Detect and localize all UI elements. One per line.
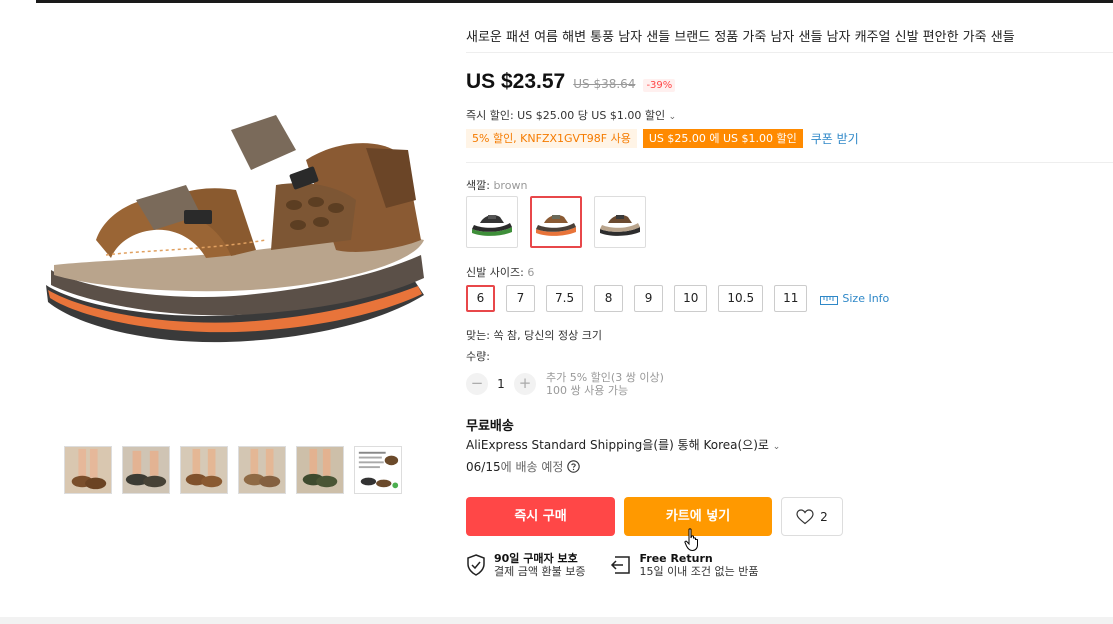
help-icon[interactable] bbox=[567, 460, 581, 473]
thumbnail-1[interactable] bbox=[64, 446, 112, 494]
discount-badge: -39% bbox=[643, 79, 676, 92]
shield-check-icon bbox=[467, 554, 485, 576]
product-title: 새로운 패션 여름 해변 통풍 남자 샌들 브랜드 정품 가죽 남자 샌들 남자… bbox=[466, 30, 1015, 45]
size-options: 6 7 7.5 8 9 10 10.5 11 Size Info bbox=[466, 285, 889, 312]
size-label-text: 신발 사이즈: bbox=[466, 266, 524, 279]
thumbnail-3[interactable] bbox=[180, 446, 228, 494]
buyer-protection[interactable]: 90일 구매자 보호 결제 금액 환불 보증 bbox=[466, 552, 585, 578]
fit-note: 맞는: 쏙 참, 당신의 정상 크기 bbox=[466, 329, 603, 342]
chevron-down-icon: ⌄ bbox=[668, 112, 677, 122]
action-buttons: 즉시 구매 카트에 넣기 2 bbox=[466, 497, 843, 536]
ruler-icon bbox=[820, 295, 839, 305]
quantity-value[interactable]: 1 bbox=[488, 377, 514, 391]
size-option[interactable]: 10.5 bbox=[718, 285, 764, 312]
delivery-estimate: 06/15에 배송 예정 bbox=[466, 458, 581, 475]
delivery-date-suffix: 에 배송 예정 bbox=[500, 460, 564, 474]
wishlist-button[interactable]: 2 bbox=[781, 497, 843, 536]
thumbnail-strip bbox=[64, 446, 402, 494]
shipping-title: 무료배송 bbox=[466, 419, 514, 434]
divider bbox=[466, 52, 1113, 53]
size-option[interactable]: 6 bbox=[466, 285, 495, 312]
shipping-method-text: AliExpress Standard Shipping을(를) 통해 Kore… bbox=[466, 438, 769, 452]
thumbnail-2[interactable] bbox=[122, 446, 170, 494]
color-option-green[interactable] bbox=[466, 196, 518, 248]
chevron-down-icon: ⌄ bbox=[772, 442, 781, 452]
color-label: 색깔: brown bbox=[466, 177, 527, 193]
size-option[interactable]: 11 bbox=[774, 285, 808, 312]
thumbnail-4[interactable] bbox=[238, 446, 286, 494]
main-product-image[interactable] bbox=[36, 90, 436, 380]
size-info-label: Size Info bbox=[842, 292, 890, 305]
free-return[interactable]: Free Return 15일 이내 조건 없는 반품 bbox=[609, 552, 759, 578]
instant-discount-text: 즉시 할인: US $25.00 당 US $1.00 할인 bbox=[466, 109, 666, 122]
size-selected-value: 6 bbox=[527, 266, 535, 279]
size-option[interactable]: 10 bbox=[674, 285, 708, 312]
quantity-note: 추가 5% 할인(3 쌍 이상) 100 쌍 사용 가능 bbox=[546, 371, 664, 397]
coupon-deal-tag[interactable]: US $25.00 에 US $1.00 할인 bbox=[642, 129, 803, 148]
coupon-row: 5% 할인, KNFZX1GVT98F 사용 US $25.00 에 US $1… bbox=[466, 129, 859, 148]
buyer-protection-subtitle: 결제 금액 환불 보증 bbox=[494, 565, 586, 578]
bulk-discount-note: 추가 5% 할인(3 쌍 이상) bbox=[546, 371, 664, 384]
get-coupon-link[interactable]: 쿠폰 받기 bbox=[811, 130, 859, 147]
quantity-decrease-button[interactable]: − bbox=[466, 373, 488, 395]
size-option[interactable]: 7.5 bbox=[546, 285, 584, 312]
top-border bbox=[36, 0, 1113, 3]
quantity-label: 수량: bbox=[466, 350, 490, 363]
buy-now-button[interactable]: 즉시 구매 bbox=[466, 497, 615, 536]
size-option[interactable]: 7 bbox=[506, 285, 535, 312]
page-bottom-band bbox=[0, 617, 1113, 624]
size-option[interactable]: 8 bbox=[594, 285, 624, 312]
quantity-stepper: − 1 + 추가 5% 할인(3 쌍 이상) 100 쌍 사용 가능 bbox=[466, 371, 664, 397]
free-return-title: Free Return bbox=[639, 552, 713, 565]
color-option-brown[interactable] bbox=[530, 196, 582, 248]
buyer-protection-title: 90일 구매자 보호 bbox=[494, 552, 578, 565]
hand-cursor-icon bbox=[684, 528, 698, 552]
current-price: US $23.57 bbox=[466, 70, 566, 93]
thumbnail-6[interactable] bbox=[354, 446, 402, 494]
color-label-text: 색깔: bbox=[466, 179, 490, 192]
delivery-date: 06/15 bbox=[466, 460, 501, 474]
size-info-link[interactable]: Size Info bbox=[820, 292, 889, 305]
wishlist-count: 2 bbox=[820, 509, 828, 524]
original-price: US $38.64 bbox=[573, 77, 636, 91]
divider bbox=[466, 162, 1113, 163]
heart-icon bbox=[796, 508, 814, 524]
color-options bbox=[466, 196, 646, 248]
guarantees: 90일 구매자 보호 결제 금액 환불 보증 Free Return 15일 이… bbox=[466, 552, 759, 578]
free-return-subtitle: 15일 이내 조건 없는 반품 bbox=[639, 565, 759, 578]
coupon-code-tag[interactable]: 5% 할인, KNFZX1GVT98F 사용 bbox=[466, 129, 637, 148]
thumbnail-5[interactable] bbox=[296, 446, 344, 494]
color-option-khaki[interactable] bbox=[594, 196, 646, 248]
shipping-method[interactable]: AliExpress Standard Shipping을(를) 통해 Kore… bbox=[466, 436, 780, 453]
instant-discount[interactable]: 즉시 할인: US $25.00 당 US $1.00 할인 ⌄ bbox=[466, 107, 676, 123]
return-icon bbox=[611, 556, 631, 574]
color-selected-value: brown bbox=[493, 179, 528, 192]
quantity-increase-button[interactable]: + bbox=[514, 373, 536, 395]
price-row: US $23.57 US $38.64 -39% bbox=[466, 70, 676, 94]
stock-available-note: 100 쌍 사용 가능 bbox=[546, 384, 629, 397]
size-label: 신발 사이즈: 6 bbox=[466, 264, 534, 280]
size-option[interactable]: 9 bbox=[634, 285, 664, 312]
